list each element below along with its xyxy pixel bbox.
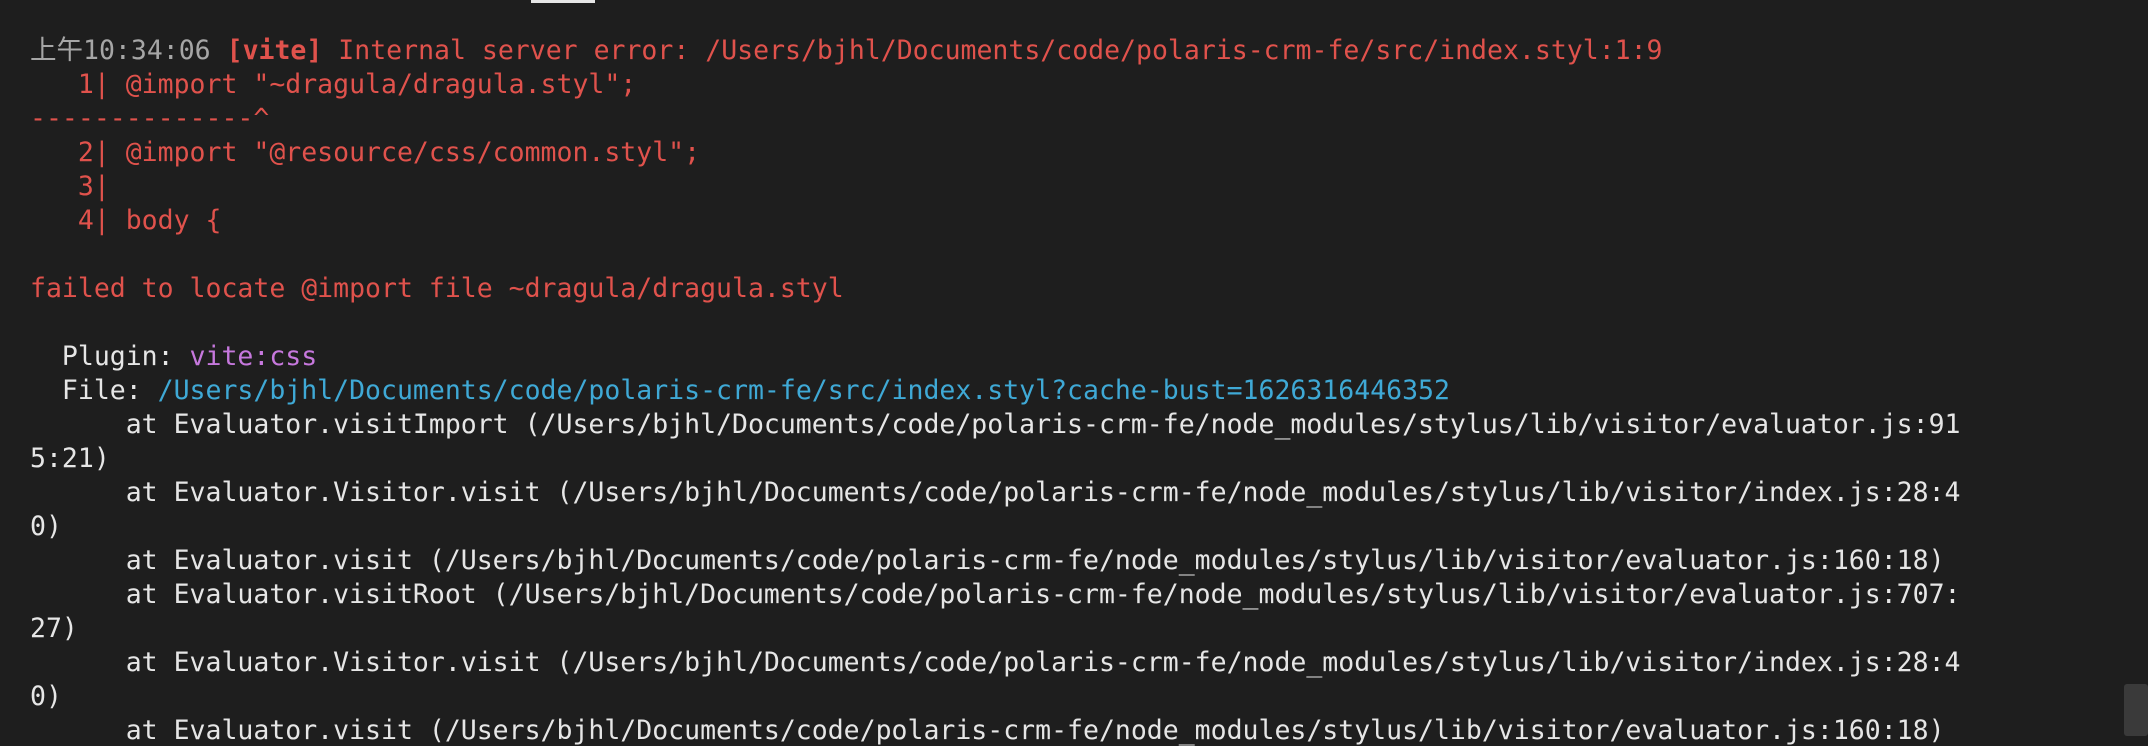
vite-tag: [vite] — [226, 35, 323, 66]
code-frame-caret: --------------^ — [30, 103, 270, 134]
timestamp: 上午10:34:06 — [30, 35, 211, 66]
plugin-line: Plugin: vite:css — [30, 340, 2148, 374]
code-frame-line-1: 1| @import "~dragula/dragula.styl"; — [30, 69, 637, 100]
stack-trace-line: at Evaluator.Visitor.visit (/Users/bjhl/… — [30, 477, 1961, 508]
error-header-line: 上午10:34:06 [vite] Internal server error:… — [30, 34, 2148, 68]
error-message: Internal server error: /Users/bjhl/Docum… — [322, 35, 1663, 66]
stack-trace-line: at Evaluator.Visitor.visit (/Users/bjhl/… — [30, 647, 1961, 678]
stack-trace-line: 0) — [30, 511, 62, 542]
stack-trace-line: 27) — [30, 613, 78, 644]
code-frame-line-4: 4| body { — [30, 205, 222, 236]
stack-trace-line: at Evaluator.visit (/Users/bjhl/Document… — [30, 715, 1945, 746]
code-frame-line-3: 3| — [30, 171, 110, 202]
plugin-label: Plugin: — [30, 341, 190, 372]
stack-trace-line: at Evaluator.visitRoot (/Users/bjhl/Docu… — [30, 579, 1961, 610]
code-frame-line-2: 2| @import "@resource/css/common.styl"; — [30, 137, 701, 168]
terminal-cursor — [531, 0, 595, 3]
file-label: File: — [30, 375, 158, 406]
file-path-link[interactable]: /Users/bjhl/Documents/code/polaris-crm-f… — [158, 375, 1450, 406]
scrollbar-thumb[interactable] — [2124, 684, 2148, 736]
file-line: File: /Users/bjhl/Documents/code/polaris… — [30, 374, 2148, 408]
stack-trace-line: at Evaluator.visit (/Users/bjhl/Document… — [30, 545, 1945, 576]
stack-trace-line: 0) — [30, 681, 62, 712]
plugin-value: vite:css — [189, 341, 318, 372]
stack-trace-line: 5:21) — [30, 443, 110, 474]
stack-trace-line: at Evaluator.visitImport (/Users/bjhl/Do… — [30, 409, 1961, 440]
failed-message: failed to locate @import file ~dragula/d… — [30, 273, 844, 304]
terminal-output[interactable]: 上午10:34:06 [vite] Internal server error:… — [0, 0, 2148, 746]
